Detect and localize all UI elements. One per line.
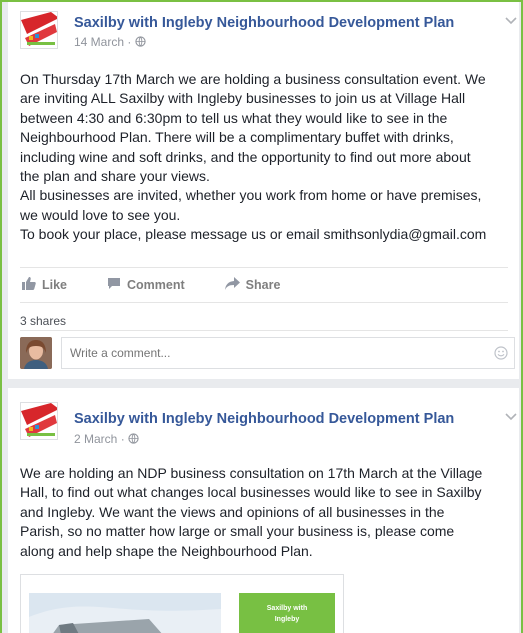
post-body-line: along and help shape the Neighbourhood P… xyxy=(20,542,313,559)
preview-text-line: Ingleby xyxy=(274,616,300,623)
comment-input[interactable] xyxy=(61,337,515,369)
divider xyxy=(20,267,508,268)
post-body-line: All businesses are invited, whether you … xyxy=(20,187,482,204)
post-body-line: are inviting ALL Saxilby with Ingleby bu… xyxy=(20,90,466,107)
chevron-down-icon[interactable] xyxy=(505,410,517,424)
post-body-line: To book your place, please message us or… xyxy=(20,226,487,243)
comment-composer xyxy=(20,337,520,373)
preview-text-line: Saxilby with xyxy=(266,605,308,612)
like-label: Like xyxy=(42,278,68,292)
preview-title-panel: Saxilby with Ingleby xyxy=(239,593,335,633)
avatar[interactable] xyxy=(20,337,52,369)
post-body-line: between 4:30 and 6:30pm to tell us what … xyxy=(20,109,448,126)
post-body-line: the plan and share your views. xyxy=(20,168,210,185)
like-icon xyxy=(22,277,42,293)
emoji-icon[interactable] xyxy=(494,346,508,360)
page-logo-icon[interactable] xyxy=(20,402,58,440)
share-button[interactable]: Share xyxy=(224,277,281,293)
post-body: On Thursday 17th March we are holding a … xyxy=(20,70,518,245)
post-body-line: Parish, so no matter how large or small … xyxy=(20,523,455,540)
globe-icon xyxy=(135,35,146,49)
preview-photo xyxy=(29,593,221,633)
post-body-line: and Ingleby. We want the views and opini… xyxy=(20,503,445,520)
share-icon xyxy=(224,277,246,293)
separator-dot: · xyxy=(120,432,129,446)
post-body-line: Hall, to find out what changes local bus… xyxy=(20,484,482,501)
post-2: Saxilby with Ingleby Neighbourhood Devel… xyxy=(8,388,519,633)
post-date[interactable]: 14 March xyxy=(74,35,124,49)
feed-frame: Saxilby with Ingleby Neighbourhood Devel… xyxy=(0,0,523,633)
post-1: Saxilby with Ingleby Neighbourhood Devel… xyxy=(8,2,519,379)
share-label: Share xyxy=(245,278,281,292)
comment-icon xyxy=(107,277,127,293)
post-body-line: including wine and soft drinks, and the … xyxy=(20,148,471,165)
page-logo-icon[interactable] xyxy=(20,11,58,49)
chevron-down-icon[interactable] xyxy=(505,14,517,28)
separator-dot: · xyxy=(127,35,135,49)
globe-icon xyxy=(128,432,139,446)
post-date[interactable]: 2 March xyxy=(74,432,117,446)
post-actions: Like Comment Share xyxy=(22,274,320,296)
post-body: We are holding an NDP business consultat… xyxy=(20,464,518,561)
post-meta: 14 March · xyxy=(74,35,146,49)
comment-label: Comment xyxy=(127,278,185,292)
divider xyxy=(20,330,508,331)
link-preview-card[interactable]: Saxilby with Ingleby xyxy=(20,574,344,633)
divider xyxy=(20,302,508,303)
post-body-line: Neighbourhood Plan. There will be a comp… xyxy=(20,129,454,146)
post-body-line: We are holding an NDP business consultat… xyxy=(20,465,483,481)
post-body-line: On Thursday 17th March we are holding a … xyxy=(20,71,486,87)
post-body-line: we would love to see you. xyxy=(20,206,181,223)
page-name-link[interactable]: Saxilby with Ingleby Neighbourhood Devel… xyxy=(74,15,454,31)
like-button[interactable]: Like xyxy=(22,277,67,293)
comment-button[interactable]: Comment xyxy=(107,277,185,293)
post-meta: 2 March · xyxy=(74,432,139,446)
page-name-link[interactable]: Saxilby with Ingleby Neighbourhood Devel… xyxy=(74,411,454,427)
shares-count-link[interactable]: 3 shares xyxy=(20,314,66,328)
